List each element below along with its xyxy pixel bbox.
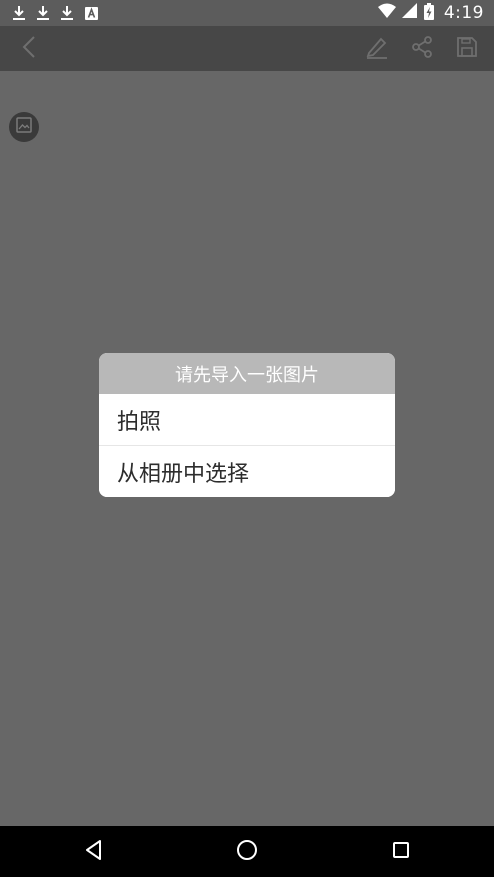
notification-icons [11, 3, 99, 23]
nav-back-button[interactable] [78, 836, 110, 868]
dialog-title: 请先导入一张图片 [99, 353, 395, 394]
app-actions [363, 34, 480, 64]
download-icon [11, 3, 27, 23]
choose-from-album-option[interactable]: 从相册中选择 [99, 446, 395, 497]
import-image-dialog: 请先导入一张图片 拍照 从相册中选择 [99, 353, 395, 497]
save-icon [456, 36, 478, 62]
edit-icon [365, 35, 389, 63]
download-icon [59, 3, 75, 23]
share-icon [411, 35, 433, 63]
status-bar: 4:19 [0, 0, 494, 26]
app-bar [0, 26, 494, 71]
back-button[interactable] [14, 34, 44, 64]
nav-home-button[interactable] [231, 836, 263, 868]
image-placeholder-button[interactable] [9, 112, 39, 142]
edit-button[interactable] [363, 34, 390, 64]
recents-square-icon [392, 841, 410, 863]
chevron-left-icon [21, 35, 37, 63]
battery-charging-icon [423, 2, 434, 24]
share-button[interactable] [408, 34, 435, 64]
system-icons: 4:19 [377, 0, 484, 26]
nav-recents-button[interactable] [385, 836, 417, 868]
image-icon [16, 117, 32, 137]
home-circle-icon [236, 839, 258, 865]
back-triangle-icon [84, 839, 104, 865]
screen: 4:19 请先导入一张图片 拍照 从相册中选择 [0, 0, 494, 877]
take-photo-option[interactable]: 拍照 [99, 394, 395, 445]
status-time: 4:19 [443, 3, 484, 23]
save-button[interactable] [453, 34, 480, 64]
navigation-bar [0, 826, 494, 877]
font-a-icon [83, 3, 99, 23]
cell-signal-icon [401, 3, 418, 23]
download-icon [35, 3, 51, 23]
wifi-icon [377, 3, 396, 23]
